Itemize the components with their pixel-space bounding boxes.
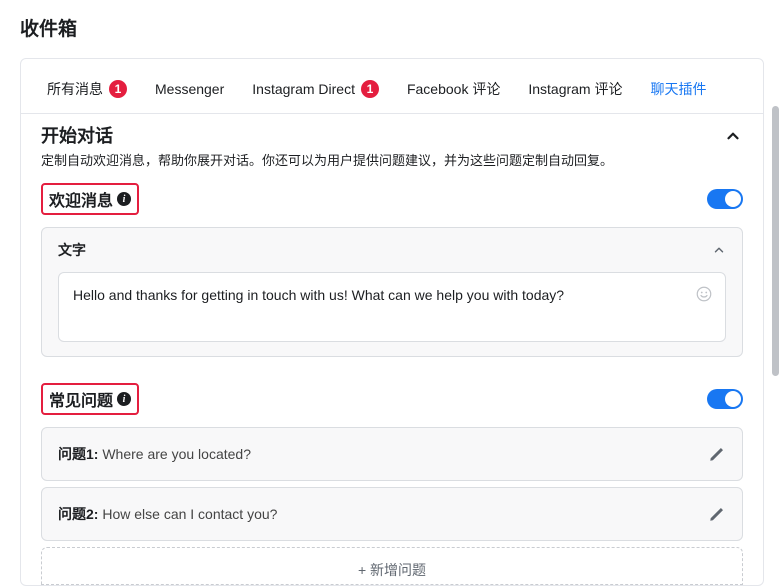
add-question-label: + 新增问题 [358,562,426,578]
welcome-title: 欢迎消息 [49,187,113,211]
welcome-text-box: 文字 Hello and thanks for getting in touch… [41,227,743,357]
text-header-label: 文字 [58,240,86,260]
welcome-message-row: 欢迎消息 i [21,173,763,221]
highlight-faq: 常见问题 i [41,383,139,415]
faq-question-2[interactable]: 问题2: How else can I contact you? [41,487,743,541]
tabs: 所有消息 1 Messenger Instagram Direct 1 Face… [21,59,763,113]
tab-messenger[interactable]: Messenger [155,71,224,107]
tab-instagram-direct[interactable]: Instagram Direct 1 [252,70,379,108]
highlight-welcome: 欢迎消息 i [41,183,139,215]
add-question-button[interactable]: + 新增问题 [41,547,743,585]
tab-label: 所有消息 [47,79,103,99]
badge-count: 1 [109,80,127,98]
badge-count: 1 [361,80,379,98]
main-card: 所有消息 1 Messenger Instagram Direct 1 Face… [20,58,764,586]
chevron-up-icon [712,243,726,257]
section-description: 定制自动欢迎消息，帮助你展开对话。你还可以为用户提供问题建议，并为这些问题定制自… [41,150,613,169]
welcome-message-text: Hello and thanks for getting in touch wi… [73,287,564,303]
q1-label: 问题1: [58,446,102,462]
tab-label: Facebook 评论 [407,79,500,99]
welcome-toggle[interactable] [707,189,743,209]
welcome-text-header[interactable]: 文字 [42,228,742,272]
tab-content: 开始对话 定制自动欢迎消息，帮助你展开对话。你还可以为用户提供问题建议，并为这些… [21,113,763,585]
welcome-text-body: Hello and thanks for getting in touch wi… [42,272,742,356]
faq-toggle[interactable] [707,389,743,409]
info-icon[interactable]: i [117,392,131,406]
pencil-icon[interactable] [708,505,726,523]
q1-text: Where are you located? [102,446,251,462]
tab-facebook-comments[interactable]: Facebook 评论 [407,69,500,109]
welcome-message-input[interactable]: Hello and thanks for getting in touch wi… [58,272,726,342]
tab-instagram-comments[interactable]: Instagram 评论 [528,69,622,109]
tab-chat-plugin[interactable]: 聊天插件 [650,69,706,109]
emoji-icon[interactable] [695,285,713,303]
tab-all-messages[interactable]: 所有消息 1 [47,69,127,109]
scrollbar-thumb[interactable] [772,106,779,376]
tab-label: Instagram Direct [252,81,355,97]
q2-text: How else can I contact you? [102,506,277,522]
pencil-icon[interactable] [708,445,726,463]
faq-question-1[interactable]: 问题1: Where are you located? [41,427,743,481]
section-start-conversation: 开始对话 定制自动欢迎消息，帮助你展开对话。你还可以为用户提供问题建议，并为这些… [21,114,763,173]
section-title: 开始对话 [41,122,613,148]
q2-label: 问题2: [58,506,102,522]
page-title: 收件箱 [0,0,782,41]
faq-row: 常见问题 i [21,363,763,421]
faq-title: 常见问题 [49,387,113,411]
tab-label: Messenger [155,81,224,97]
tab-label: Instagram 评论 [528,79,622,99]
chevron-up-icon[interactable] [723,126,743,146]
scrollbar[interactable] [772,64,779,564]
tab-label: 聊天插件 [650,79,706,99]
info-icon[interactable]: i [117,192,131,206]
